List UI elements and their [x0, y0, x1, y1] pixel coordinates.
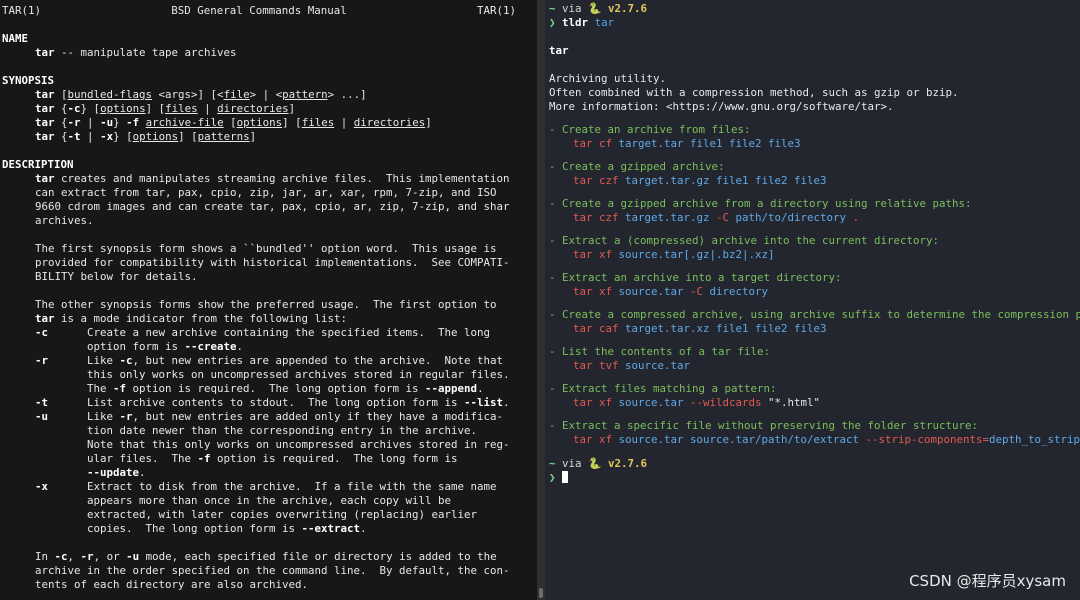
option-flag: -x — [35, 480, 49, 493]
example-command: tar xf source.tar -C directory — [573, 285, 769, 298]
example-command: tar xf source.tar[.gz|.bz2|.xz] — [573, 248, 775, 261]
python-version: v2.7.6 — [608, 2, 648, 15]
pane-divider[interactable] — [537, 0, 545, 600]
prompt-status: ~ via 🐍 v2.7.6 — [549, 2, 648, 15]
example-command: tar caf target.tar.xz file1 file2 file3 — [573, 322, 827, 335]
desc-text: tar creates and manipulates streaming ar… — [35, 172, 510, 185]
example-command: tar xf source.tar --wildcards "*.html" — [573, 396, 821, 409]
name-line: tar -- manipulate tape archives — [35, 46, 237, 59]
desc-text: In -c, -r, or -u mode, each specified fi… — [35, 550, 497, 563]
tldr-pane[interactable]: ~ via 🐍 v2.7.6 ❯ tldr tar tar Archiving … — [545, 0, 1080, 600]
option-c: -c Create a new archive containing the s… — [2, 326, 537, 354]
option-flag: -u — [35, 410, 49, 423]
synopsis-line-4: tar {-t | -x} [options] [patterns] — [35, 130, 257, 143]
example-command: tar czf target.tar.gz -C path/to/directo… — [573, 211, 860, 224]
desc-text: The other synopsis forms show the prefer… — [35, 298, 497, 311]
watermark: CSDN @程序员xysam — [909, 572, 1066, 590]
tldr-title: tar — [549, 44, 569, 57]
scrollbar-thumb[interactable] — [539, 588, 543, 598]
option-t: -t List archive contents to stdout. The … — [2, 396, 537, 410]
prompt-arrow-icon: ❯ — [549, 471, 556, 484]
tldr-intro: More information: <https://www.gnu.org/s… — [549, 100, 894, 113]
example-description: - Extract an archive into a target direc… — [549, 271, 842, 284]
man-header-left: TAR(1) — [2, 4, 42, 17]
option-r: -r Like -c, but new entries are appended… — [2, 354, 537, 396]
option-x: -x Extract to disk from the archive. If … — [2, 480, 537, 536]
python-version: v2.7.6 — [608, 457, 648, 470]
example-description: - List the contents of a tar file: — [549, 345, 771, 358]
text-cursor — [562, 471, 569, 483]
example-description: - Extract files matching a pattern: — [549, 382, 777, 395]
synopsis-line-1: tar [bundled-flags <args>] [<file> | <pa… — [35, 88, 367, 101]
example-command: tar czf target.tar.gz file1 file2 file3 — [573, 174, 827, 187]
tldr-intro: Often combined with a compression method… — [549, 86, 959, 99]
desc-text: The first synopsis form shows a ``bundle… — [35, 242, 497, 255]
command-arg: tar — [594, 16, 615, 29]
prompt-status: ~ via 🐍 v2.7.6 — [549, 457, 648, 470]
example-command: tar cf target.tar file1 file2 file3 — [573, 137, 801, 150]
active-prompt[interactable]: ❯ — [549, 471, 1080, 485]
tldr-intro: Archiving utility. — [549, 72, 667, 85]
desc-text: provided for compatibility with historic… — [35, 256, 510, 269]
option-flag: -r — [35, 354, 49, 367]
option-flag: -c — [35, 326, 49, 339]
tldr-examples: - Create an archive from files: tar cf ta… — [549, 114, 1080, 447]
desc-text: tents of each directory are also archive… — [35, 578, 309, 591]
example-description: - Create a gzipped archive from a direct… — [549, 197, 972, 210]
man-header-right: TAR(1) — [476, 4, 516, 17]
man-page-pane[interactable]: TAR(1) BSD General Commands Manual TAR(1… — [0, 0, 537, 600]
example-description: - Create an archive from files: — [549, 123, 751, 136]
desc-text: 9660 cdrom images and can create tar, pa… — [35, 200, 510, 213]
synopsis-line-2: tar {-c} [options] [files | directories] — [35, 102, 296, 115]
example-command: tar xf source.tar source.tar/path/to/ext… — [573, 433, 1080, 446]
section-heading-description: DESCRIPTION — [2, 158, 74, 171]
desc-text: BILITY below for details. — [35, 270, 198, 283]
desc-text: archive in the order specified on the co… — [35, 564, 510, 577]
example-description: - Extract a (compressed) archive into th… — [549, 234, 940, 247]
desc-text: can extract from tar, pax, cpio, zip, ja… — [35, 186, 497, 199]
example-description: - Create a gzipped archive: — [549, 160, 725, 173]
synopsis-line-3: tar {-r | -u} -f archive-file [options] … — [35, 116, 432, 129]
option-u: -u Like -r, but new entries are added on… — [2, 410, 537, 480]
man-header-center: BSD General Commands Manual — [171, 4, 347, 17]
prompt-arrow-icon: ❯ — [549, 16, 556, 29]
section-heading-name: NAME — [2, 32, 29, 45]
desc-text: archives. — [35, 214, 94, 227]
example-description: - Extract a specific file without preser… — [549, 419, 979, 432]
man-header: TAR(1) BSD General Commands Manual TAR(1… — [2, 4, 516, 18]
example-description: - Create a compressed archive, using arc… — [549, 308, 1080, 321]
command-name: tldr — [562, 16, 589, 29]
option-flag: -t — [35, 396, 49, 409]
example-command: tar tvf source.tar — [573, 359, 691, 372]
python-snake-icon: 🐍 — [588, 457, 602, 470]
section-heading-synopsis: SYNOPSIS — [2, 74, 55, 87]
python-snake-icon: 🐍 — [588, 2, 602, 15]
command-line: ❯ tldr tar — [549, 16, 1080, 30]
desc-text: tar is a mode indicator from the followi… — [35, 312, 348, 325]
